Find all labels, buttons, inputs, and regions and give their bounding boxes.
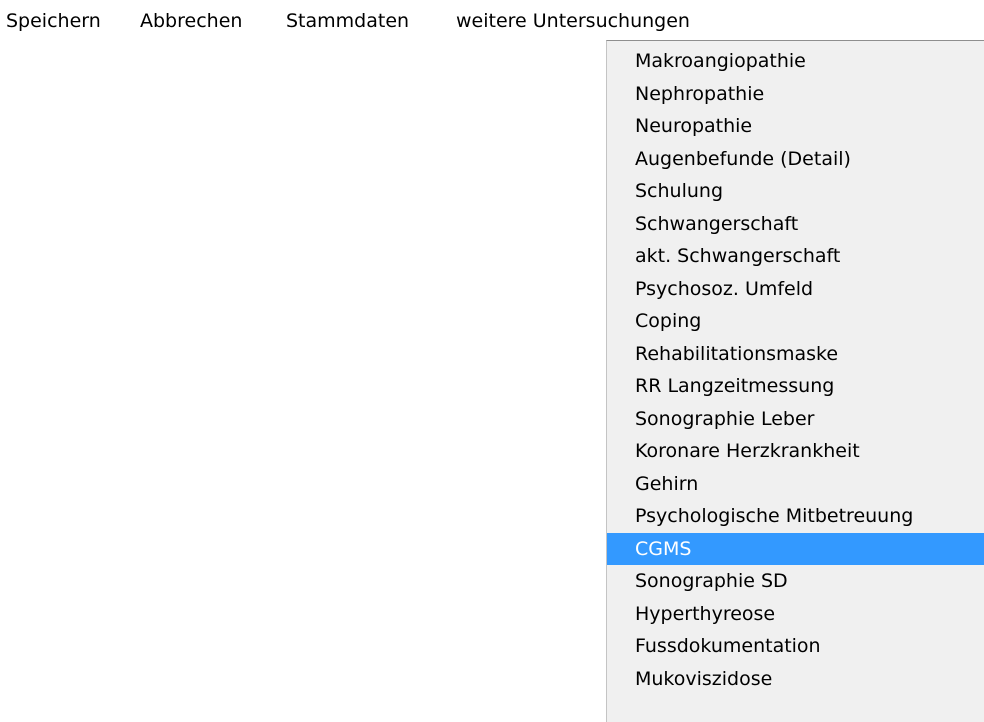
menu-item-sonographie-sd[interactable]: Sonographie SD bbox=[607, 565, 984, 598]
menu-item-coping[interactable]: Coping bbox=[607, 305, 984, 338]
menu-stammdaten[interactable]: Stammdaten bbox=[286, 8, 409, 34]
menu-abbrechen[interactable]: Abbrechen bbox=[140, 8, 242, 34]
menu-item-schulung[interactable]: Schulung bbox=[607, 175, 984, 208]
menu-item-sonographie-leber[interactable]: Sonographie Leber bbox=[607, 403, 984, 436]
menu-item-psychosoz-umfeld[interactable]: Psychosoz. Umfeld bbox=[607, 273, 984, 306]
menu-item-nephropathie[interactable]: Nephropathie bbox=[607, 78, 984, 111]
menu-item-gehirn[interactable]: Gehirn bbox=[607, 468, 984, 501]
menu-weitere-untersuchungen[interactable]: weitere Untersuchungen bbox=[456, 8, 690, 34]
menu-speichern[interactable]: Speichern bbox=[6, 8, 101, 34]
menu-item-koronare-herzkrankheit[interactable]: Koronare Herzkrankheit bbox=[607, 435, 984, 468]
menu-item-fussdokumentation[interactable]: Fussdokumentation bbox=[607, 630, 984, 663]
menu-item-rehabilitationsmaske[interactable]: Rehabilitationsmaske bbox=[607, 338, 984, 371]
menu-item-psychologische-mitbetreuung[interactable]: Psychologische Mitbetreuung bbox=[607, 500, 984, 533]
menu-item-akt-schwangerschaft[interactable]: akt. Schwangerschaft bbox=[607, 240, 984, 273]
menu-bar: Speichern Abbrechen Stammdaten weitere U… bbox=[0, 0, 984, 40]
menu-item-rr-langzeitmessung[interactable]: RR Langzeitmessung bbox=[607, 370, 984, 403]
menu-item-cgms[interactable]: CGMS bbox=[607, 532, 984, 565]
menu-item-hyperthyreose[interactable]: Hyperthyreose bbox=[607, 598, 984, 631]
menu-item-schwangerschaft[interactable]: Schwangerschaft bbox=[607, 208, 984, 241]
menu-item-neuropathie[interactable]: Neuropathie bbox=[607, 110, 984, 143]
menu-item-mukoviszidose[interactable]: Mukoviszidose bbox=[607, 663, 984, 696]
menu-item-augenbefunde-detail[interactable]: Augenbefunde (Detail) bbox=[607, 143, 984, 176]
menu-item-makroangiopathie[interactable]: Makroangiopathie bbox=[607, 45, 984, 78]
weitere-untersuchungen-dropdown: Makroangiopathie Nephropathie Neuropathi… bbox=[606, 40, 984, 722]
